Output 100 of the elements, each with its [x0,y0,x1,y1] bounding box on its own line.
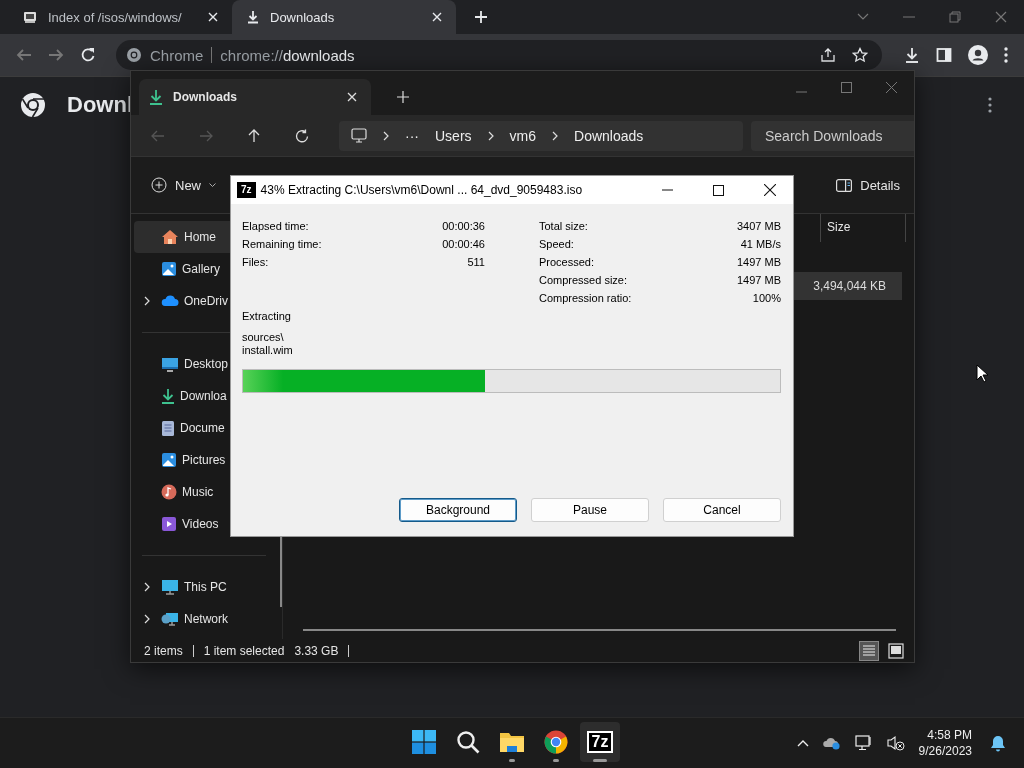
dialog-button[interactable]: Pause [531,498,649,522]
app-logo: 7z [586,731,614,754]
chevron-icon[interactable] [144,614,150,624]
picture-icon [161,261,177,277]
share-icon[interactable] [820,47,836,63]
clock[interactable]: 4:58 PM 9/26/2023 [918,727,972,760]
close-icon[interactable] [764,184,776,196]
desktop-icon [161,356,179,372]
sidebar-item[interactable]: Network [134,603,280,635]
details-view-icon[interactable] [860,641,878,660]
stat-value: 100% [752,292,781,304]
details-button[interactable]: Details [836,177,900,193]
sidebar-item[interactable]: Videos [134,508,280,540]
search-field[interactable]: Search Downloads [751,120,914,151]
taskbar-app[interactable]: 7z [580,722,620,763]
sidebar-item[interactable]: This PC [134,571,280,603]
address-bar[interactable]: Chrome chrome://downloads [116,40,882,70]
up-icon[interactable] [247,128,261,143]
file-path: install.wim [242,344,294,357]
site-label: Chrome [150,46,204,64]
app-logo: 7z [238,183,255,197]
details-pane-icon [836,178,853,192]
caret-icon [209,183,216,187]
network-icon[interactable] [854,735,873,752]
chevron-icon[interactable] [144,296,150,306]
tiles-view-icon[interactable] [888,642,904,659]
bell-icon[interactable] [990,734,1006,752]
stat-label: Processed: [539,256,595,268]
explorer-tab[interactable]: Downloads [139,79,371,115]
clock-time: 4:58 PM [927,727,972,744]
operation-label: Extracting [242,310,292,322]
restore-icon[interactable] [949,11,961,23]
stat-value: 41 MB/s [740,238,781,250]
network-icon [161,611,179,627]
picture-icon [161,452,177,468]
dialog-button[interactable]: Background [399,498,517,522]
site-icon [22,9,38,25]
forward-icon[interactable] [48,47,64,63]
stat-label: Files: [242,256,269,268]
cloud-icon [161,295,179,307]
dialog-button[interactable]: Cancel [663,498,781,522]
chevron-icon[interactable] [144,582,150,592]
new-tab-icon[interactable] [474,10,488,24]
breadcrumb-bar[interactable]: ··· Users vm6 Downloads [339,120,743,151]
stat-value: 511 [467,256,485,268]
windows-logo-icon [412,730,436,755]
muted-speaker-icon[interactable] [886,735,905,752]
music-icon [161,484,177,500]
menu-icon[interactable] [1004,47,1008,63]
refresh-icon[interactable] [295,128,309,143]
sidebar-item[interactable]: Music [134,476,280,508]
breadcrumb-item[interactable]: Users [435,127,472,144]
download-icon [149,89,163,105]
search-icon [456,730,480,755]
back-icon[interactable] [16,47,32,63]
file-path: sources\ [242,331,285,344]
item-count: 2 items [144,643,183,658]
monitor-icon [161,579,179,595]
house-icon [161,229,179,245]
stat-label: Speed: [539,238,574,250]
browser-tab[interactable]: Downloads [232,0,456,34]
url-text: chrome://downloads [220,46,355,64]
stat-value: 1497 MB [736,274,781,286]
chrome-logo-icon [544,730,568,755]
chevron-icon [383,130,389,141]
star-icon[interactable] [852,47,868,63]
chrome-logo-icon [20,92,46,118]
tab-search-icon[interactable] [857,13,869,21]
selection-info: 1 item selected [203,643,285,658]
sidebar-item[interactable]: Pictures [134,444,280,476]
chevron-icon [487,130,494,141]
breadcrumb-item[interactable]: Downloads [574,127,644,144]
breadcrumb-overflow[interactable]: ··· [405,127,419,144]
download-icon [161,388,175,404]
dialog-title: 43% Extracting C:\Users\vm6\Downl ... 64_dvd_9059483.iso [260,183,583,197]
menu-icon[interactable] [988,97,992,113]
sidebar-item[interactable]: Docume [134,412,280,444]
clock-date: 9/26/2023 [918,743,972,760]
reload-icon[interactable] [80,47,96,63]
side-panel-icon[interactable] [936,47,952,63]
new-button[interactable]: New [151,177,216,193]
new-tab-icon[interactable] [397,91,409,103]
breadcrumb-item[interactable]: vm6 [509,127,536,144]
mouse-cursor-icon [976,364,988,383]
chrome-logo-icon [126,47,142,63]
chevron-icon [552,130,558,141]
chevron-up-icon[interactable] [796,739,809,748]
stat-value: 00:00:46 [442,238,485,250]
browser-tab[interactable]: Index of /isos/windows/ [8,0,232,34]
maximize-icon[interactable] [713,184,724,196]
profile-icon[interactable] [968,45,988,65]
stat-value: 1497 MB [736,256,781,268]
stat-label: Compressed size: [539,274,628,286]
cloud-icon[interactable] [822,736,841,751]
column-header[interactable]: Size [820,214,906,242]
document-icon [161,419,175,437]
download-icon[interactable] [904,47,920,63]
sidebar-item[interactable]: Downloa [134,380,280,412]
selection-size: 3.33 GB [294,643,339,658]
stat-label: Compression ratio: [539,292,632,304]
